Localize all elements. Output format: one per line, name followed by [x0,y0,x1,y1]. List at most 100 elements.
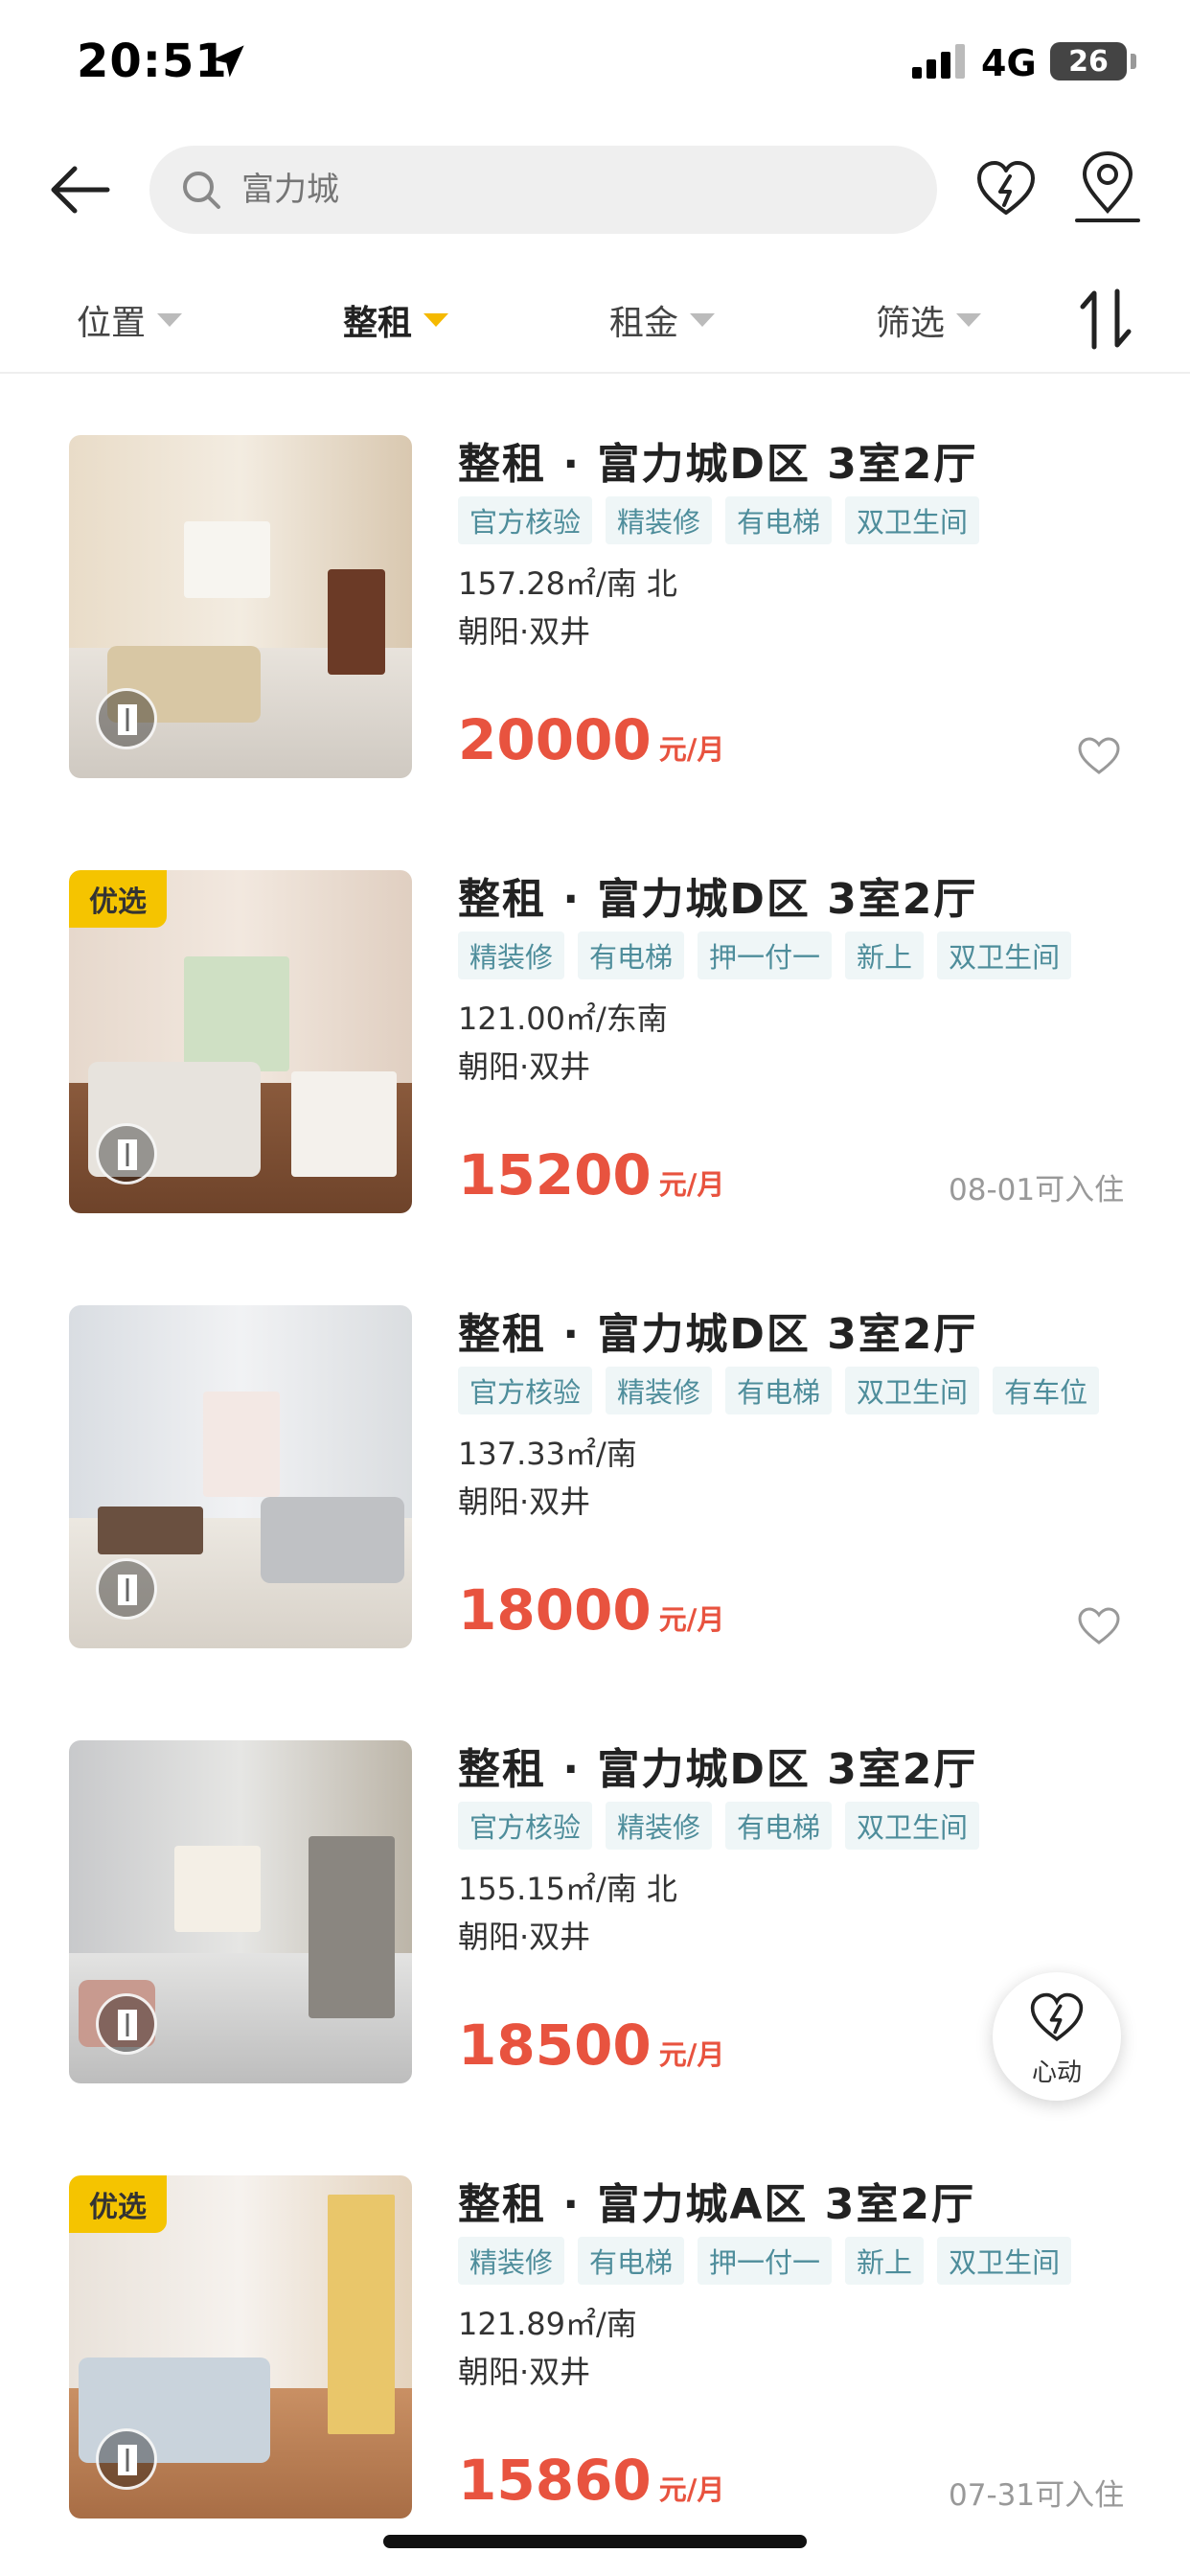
signal-icon [912,44,965,79]
feature-tag: 有电梯 [578,2237,685,2285]
listing-district: 朝阳·双井 [458,1484,591,1520]
battery-icon: 26 [1050,42,1127,80]
tag-list: 精装修 有电梯 押一付一 新上 双卫生间 [458,2237,1072,2285]
vr-tour-button[interactable] [96,1993,157,2055]
heart-outline-icon[interactable] [1077,1606,1121,1646]
vr-door-icon [118,2010,137,2040]
favorites-float-button[interactable]: 心动 [993,1972,1121,2101]
listing-card[interactable]: 优选 整租 · 富力城A区 3室2厅 精装修 有电梯 押一付一 新上 双卫生间 … [0,2175,1190,2576]
feature-tag: 有车位 [993,1367,1100,1414]
listing-price: 20000 元/月 [458,707,724,772]
price-value: 20000 [458,707,652,772]
heart-lightning-icon [1030,1992,1084,2041]
listing-price: 18500 元/月 [458,2012,724,2078]
tag-list: 官方核验 精装修 有电梯 双卫生间 [458,496,980,544]
listing-title: 整租 · 富力城D区 3室2厅 [458,1310,978,1359]
featured-badge: 优选 [69,2175,167,2233]
status-time: 20:51 [77,34,228,88]
search-icon [183,172,220,209]
feature-tag: 押一付一 [698,932,833,979]
vr-door-icon [118,2445,137,2475]
filter-bar: 位置 整租 租金 筛选 [0,278,1190,374]
feature-tag: 双卫生间 [845,496,980,544]
search-input[interactable] [241,146,893,234]
vr-tour-button[interactable] [96,1123,157,1184]
tag-list: 官方核验 精装修 有电梯 双卫生间 有车位 [458,1367,1100,1414]
listing-card[interactable]: 整租 · 富力城D区 3室2厅 官方核验 精装修 有电梯 双卫生间 157.28… [0,435,1190,872]
arrow-left-icon[interactable] [46,161,113,218]
vr-tour-button[interactable] [96,688,157,749]
listing-card[interactable]: 整租 · 富力城D区 3室2厅 官方核验 精装修 有电梯 双卫生间 155.15… [0,1740,1190,2177]
home-indicator[interactable] [383,2535,807,2548]
listing-area: 137.33㎡/南 [458,1436,637,1472]
battery-level: 26 [1068,44,1109,79]
price-unit: 元/月 [658,1168,725,1201]
sort-icon[interactable] [1077,286,1134,353]
price-unit: 元/月 [658,2038,725,2071]
listing-photo[interactable] [69,1740,412,2083]
search-header [0,134,1190,249]
price-unit: 元/月 [658,733,725,766]
app-root: 20:51 4G 26 富力城 位置 整租 租金 筛选 整租 · 富力城D区 3… [0,0,1190,2576]
feature-tag: 精装修 [458,932,565,979]
listing-title: 整租 · 富力城A区 3室2厅 [458,2180,975,2229]
caret-down-icon [690,313,716,327]
feature-tag: 押一付一 [698,2237,833,2285]
vr-tour-button[interactable] [96,2428,157,2490]
caret-down-icon [423,313,449,327]
feature-tag: 双卫生间 [845,1367,980,1414]
price-unit: 元/月 [658,1603,725,1636]
location-pin-icon[interactable] [1073,151,1142,224]
vr-tour-button[interactable] [96,1558,157,1620]
vr-door-icon [118,1139,137,1170]
feature-tag: 官方核验 [458,496,593,544]
filter-label: 筛选 [876,304,946,343]
price-value: 18500 [458,2012,652,2078]
caret-down-icon [956,313,982,327]
heart-outline-icon[interactable] [1077,736,1121,776]
listing-price: 15860 元/月 [458,2448,724,2513]
caret-down-icon [157,313,183,327]
price-unit: 元/月 [658,2473,725,2506]
feature-tag: 精装修 [458,2237,565,2285]
feature-tag: 双卫生间 [845,1802,980,1850]
filter-rent-type[interactable]: 整租 [343,291,449,349]
feature-tag: 新上 [845,2237,925,2285]
listing-price: 18000 元/月 [458,1577,724,1643]
listing-card[interactable]: 优选 整租 · 富力城D区 3室2厅 精装修 有电梯 押一付一 新上 双卫生间 … [0,870,1190,1307]
feature-tag: 精装修 [606,1802,713,1850]
feature-tag: 官方核验 [458,1802,593,1850]
filter-price[interactable]: 租金 [609,291,716,349]
filter-location[interactable]: 位置 [77,291,183,349]
listing-photo[interactable]: 优选 [69,2175,412,2518]
listing-district: 朝阳·双井 [458,613,591,650]
vr-door-icon [118,1575,137,1605]
listing-title: 整租 · 富力城D区 3室2厅 [458,1745,978,1794]
heart-lightning-icon[interactable] [975,159,1037,220]
feature-tag: 有电梯 [725,1367,833,1414]
featured-badge: 优选 [69,870,167,928]
location-arrow-icon [212,45,244,78]
listing-district: 朝阳·双井 [458,2354,591,2390]
feature-tag: 新上 [845,932,925,979]
listing-district: 朝阳·双井 [458,1919,591,1955]
favorites-label: 心动 [1031,2058,1082,2087]
feature-tag: 双卫生间 [937,2237,1072,2285]
filter-label: 整租 [343,304,413,343]
feature-tag: 有电梯 [725,496,833,544]
price-value: 18000 [458,1577,652,1643]
listing-area: 121.89㎡/南 [458,2306,637,2342]
listing-photo[interactable] [69,1305,412,1648]
search-bar[interactable] [149,146,937,234]
listing-area: 157.28㎡/南 北 [458,565,677,602]
feature-tag: 官方核验 [458,1367,593,1414]
feature-tag: 精装修 [606,496,713,544]
listing-photo[interactable] [69,435,412,778]
battery-tip [1131,54,1136,69]
listing-photo[interactable]: 优选 [69,870,412,1213]
listing-district: 朝阳·双井 [458,1048,591,1085]
tag-list: 精装修 有电梯 押一付一 新上 双卫生间 [458,932,1072,979]
filter-more[interactable]: 筛选 [876,291,982,349]
tag-list: 官方核验 精装修 有电梯 双卫生间 [458,1802,980,1850]
listing-card[interactable]: 整租 · 富力城D区 3室2厅 官方核验 精装修 有电梯 双卫生间 有车位 13… [0,1305,1190,1742]
